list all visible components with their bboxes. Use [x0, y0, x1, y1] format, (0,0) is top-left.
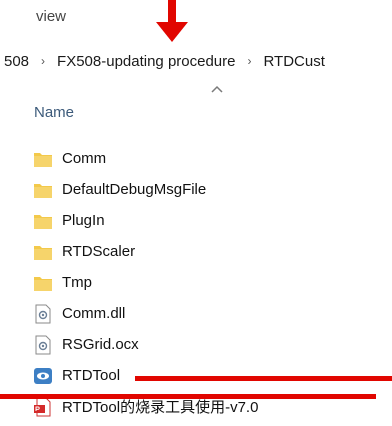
folder-icon — [34, 276, 52, 291]
file-row-plugin-folder[interactable]: PlugIn — [0, 205, 392, 236]
file-name: PlugIn — [62, 212, 105, 229]
red-underline-annotation — [135, 376, 392, 381]
sort-ascending-icon[interactable] — [210, 84, 224, 94]
file-name: Comm.dll — [62, 305, 126, 322]
folder-icon — [34, 152, 52, 167]
file-name: RSGrid.ocx — [62, 336, 139, 353]
file-row-rsgrid-ocx[interactable]: RSGrid.ocx — [0, 329, 392, 360]
application-icon — [34, 367, 52, 384]
breadcrumb-separator: › — [41, 54, 46, 68]
breadcrumb-item-508[interactable]: 508 — [0, 53, 33, 70]
breadcrumb[interactable]: 508 › FX508-updating procedure › RTDCust — [0, 48, 392, 74]
folder-icon — [34, 183, 52, 198]
folder-icon — [34, 245, 52, 260]
file-row-comm-dll[interactable]: Comm.dll — [0, 298, 392, 329]
ocx-file-icon — [35, 335, 51, 354]
file-row-defaultdebugmsgfile-folder[interactable]: DefaultDebugMsgFile — [0, 174, 392, 205]
column-header-name[interactable]: Name — [34, 104, 74, 121]
file-row-tmp-folder[interactable]: Tmp — [0, 267, 392, 298]
folder-icon — [34, 214, 52, 229]
file-row-rtdscaler-folder[interactable]: RTDScaler — [0, 236, 392, 267]
pdf-file-icon — [34, 397, 51, 416]
file-name: Tmp — [62, 274, 92, 291]
file-name: RTDTool的烧录工具使用-v7.0 — [62, 399, 259, 416]
file-name: RTDScaler — [62, 243, 136, 260]
file-name: Comm — [62, 150, 107, 167]
file-name: DefaultDebugMsgFile — [62, 181, 207, 198]
red-arrow-annotation — [156, 0, 188, 42]
file-row-comm-folder[interactable]: Comm — [0, 143, 392, 174]
breadcrumb-item-rtdcust[interactable]: RTDCust — [260, 53, 329, 70]
breadcrumb-item-fx508-updating-procedure[interactable]: FX508-updating procedure — [53, 53, 239, 70]
breadcrumb-separator: › — [247, 54, 252, 68]
red-line-annotation — [0, 394, 376, 399]
dll-file-icon — [35, 304, 51, 323]
file-name: RTDTool — [62, 367, 121, 384]
view-menu[interactable]: view — [36, 8, 66, 25]
